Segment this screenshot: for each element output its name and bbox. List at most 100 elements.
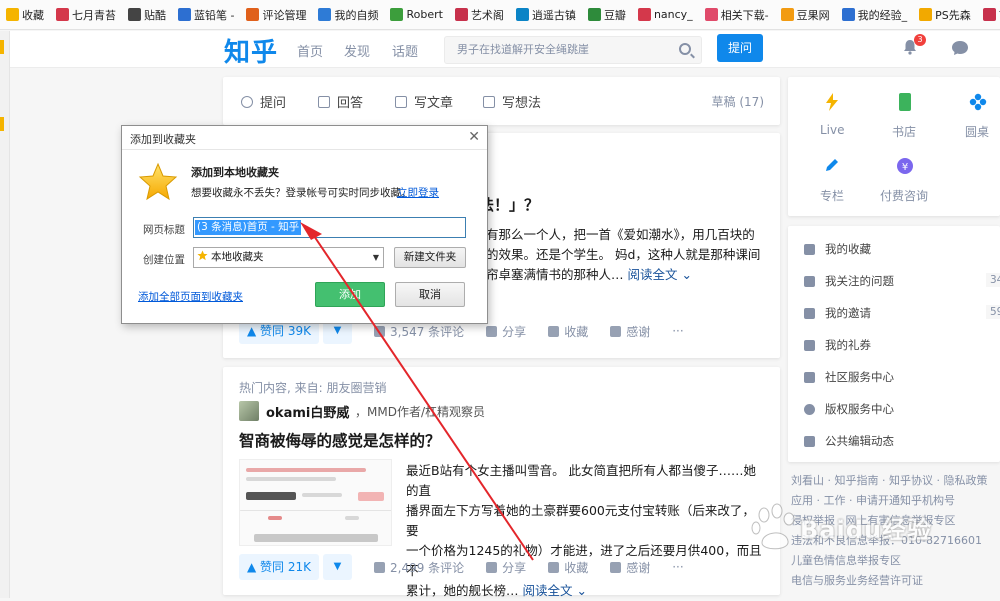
zhihu-logo[interactable]: 知乎 bbox=[224, 32, 278, 69]
write-ask-label: 提问 bbox=[260, 96, 287, 111]
pen-icon bbox=[128, 8, 141, 21]
roundtable-icon[interactable] bbox=[968, 93, 988, 113]
sidebar-item-label: 我的收藏 bbox=[825, 242, 871, 256]
panel-marker bbox=[0, 117, 4, 131]
sidebar-roundtable[interactable]: 圆桌 bbox=[965, 123, 989, 140]
share-button[interactable]: 分享 bbox=[486, 323, 526, 340]
login-link[interactable]: 立即登录 bbox=[397, 185, 439, 200]
bookmark-label: 贴酷 bbox=[144, 8, 166, 22]
sidebar-live[interactable]: Live bbox=[820, 123, 845, 137]
add-all-pages-link[interactable]: 添加全部页面到收藏夹 bbox=[138, 289, 243, 304]
sidebar-item-copyright[interactable]: 版权服务中心 bbox=[804, 401, 894, 417]
site-icon bbox=[390, 8, 404, 21]
nav-home[interactable]: 首页 bbox=[297, 41, 323, 60]
drafts-link[interactable]: 草稿 (17) bbox=[712, 93, 764, 110]
read-more-link[interactable]: 阅读全文 bbox=[628, 267, 678, 282]
thanks-button[interactable]: 感谢 bbox=[610, 323, 650, 340]
answer-thumbnail[interactable] bbox=[239, 459, 392, 546]
thumb-line bbox=[246, 492, 296, 500]
bookmark-item[interactable]: 收藏 bbox=[6, 7, 44, 23]
search-icon[interactable] bbox=[679, 43, 691, 55]
comment-icon bbox=[374, 561, 385, 573]
sidebar-item-label: 社区服务中心 bbox=[825, 370, 894, 384]
thanks-button[interactable]: 感谢 bbox=[610, 559, 650, 576]
star-icon bbox=[548, 561, 560, 573]
dropdown-arrow-icon[interactable]: ▼ bbox=[373, 248, 379, 267]
bookmark-item[interactable]: 七月青苔 bbox=[56, 7, 116, 23]
bookmark-item[interactable]: 蓝铅笔 - bbox=[178, 7, 234, 23]
bookmark-item[interactable]: 我的自频 bbox=[318, 7, 378, 23]
bookmark-item[interactable]: Robert bbox=[390, 8, 443, 21]
write-idea[interactable]: 写想法 bbox=[483, 92, 541, 111]
sidebar-column[interactable]: 专栏 bbox=[820, 187, 844, 204]
upvote-button[interactable]: ▲ 赞同 21K bbox=[239, 554, 319, 580]
bookmark-item[interactable]: 我的经验_ bbox=[841, 7, 908, 23]
search-placeholder: 男子在找道解开安全绳跳崖 bbox=[457, 43, 589, 56]
share-button[interactable]: 分享 bbox=[486, 559, 526, 576]
sidebar-item-public-edits[interactable]: 公共编辑动态 bbox=[804, 433, 894, 449]
write-article[interactable]: 写文章 bbox=[395, 92, 453, 111]
more-button[interactable]: ··· bbox=[672, 324, 683, 338]
cancel-button[interactable]: 取消 bbox=[395, 282, 465, 307]
favorite-button[interactable]: 收藏 bbox=[548, 559, 588, 576]
close-icon[interactable]: ✕ bbox=[468, 129, 480, 145]
site-icon bbox=[780, 8, 794, 21]
sidebar-bookstore[interactable]: 书店 bbox=[892, 123, 916, 140]
bookmark-item[interactable]: 豆瓣 bbox=[587, 7, 626, 23]
bookmark-item[interactable]: 艺术阁 bbox=[454, 7, 504, 23]
yen-icon[interactable]: ¥ bbox=[895, 157, 915, 177]
new-folder-button[interactable]: 新建文件夹 bbox=[394, 247, 466, 268]
bookmark-label: 我的经验_ bbox=[857, 8, 908, 22]
footer-links[interactable]: 刘看山 · 知乎指南 · 知乎协议 · 隐私政策 bbox=[791, 471, 1000, 491]
bookmark-item[interactable]: 逍遥古镇 bbox=[515, 7, 576, 23]
dialog-titlebar[interactable]: 添加到收藏夹 ✕ bbox=[122, 126, 487, 150]
sidebar-item-invitations[interactable]: 我的邀请 bbox=[804, 305, 871, 321]
sidebar-item-followed-questions[interactable]: 我关注的问题 bbox=[804, 273, 894, 289]
downvote-button[interactable]: ▼ bbox=[323, 554, 352, 580]
answer-excerpt[interactable]: 最近B站有个女主播叫雪音。 此女简直把所有人都当傻子……她的直 播界面左下方写着… bbox=[406, 461, 766, 601]
ask-question-button[interactable]: 提问 bbox=[717, 34, 763, 62]
book-icon[interactable] bbox=[895, 93, 915, 113]
bookmark-item[interactable]: 首页-七 bbox=[982, 7, 1000, 23]
bookmark-item[interactable]: 评论管理 bbox=[246, 7, 306, 23]
write-answer[interactable]: 回答 bbox=[318, 92, 363, 111]
author-name[interactable]: okami白野威 bbox=[266, 402, 349, 421]
bookmark-item[interactable]: PS先森 bbox=[919, 7, 971, 23]
question-title[interactable]: 法！」？ bbox=[479, 194, 539, 215]
more-button[interactable]: ··· bbox=[672, 560, 683, 574]
avatar[interactable] bbox=[239, 401, 259, 421]
feed-card: 热门内容, 来自: 朋友圈营销 okami白野威 ，MMD作者/杠精观察员 智商… bbox=[223, 367, 780, 598]
search-input[interactable]: 男子在找道解开安全绳跳崖 bbox=[444, 36, 702, 64]
sidebar-item-favorites[interactable]: 我的收藏 bbox=[804, 241, 871, 257]
question-title[interactable]: 智商被侮辱的感觉是怎样的？ bbox=[239, 429, 441, 451]
site-icon bbox=[587, 8, 601, 21]
nav-topics[interactable]: 话题 bbox=[392, 41, 418, 60]
count-badge: 34 bbox=[986, 273, 1000, 287]
answer-excerpt[interactable]: 有那么一个人，把一首《爱如潮水》，用几百块的 的效果。还是个学生。 妈d，这种人… bbox=[486, 225, 760, 285]
pen-icon[interactable] bbox=[822, 157, 842, 177]
bookmark-item[interactable]: 豆果网 bbox=[780, 7, 830, 23]
location-select[interactable]: 本地收藏夹 ▼ bbox=[193, 247, 384, 268]
add-button[interactable]: 添加 bbox=[315, 282, 385, 307]
sidebar-item-community[interactable]: 社区服务中心 bbox=[804, 369, 894, 385]
footer-license[interactable]: 电信与服务业务经营许可证 bbox=[791, 571, 1000, 591]
page-title-label: 网页标题 bbox=[143, 224, 185, 236]
bookmark-icon bbox=[56, 8, 69, 21]
comment-button[interactable]: 3,547 条评论 bbox=[374, 323, 464, 340]
nav-explore[interactable]: 发现 bbox=[344, 41, 370, 60]
write-ask[interactable]: 提问 bbox=[241, 92, 286, 111]
bookmark-item[interactable]: nancy_ bbox=[637, 8, 693, 21]
bookmark-item[interactable]: 相关下载- bbox=[704, 7, 769, 23]
sidebar-paid-consult[interactable]: 付费咨询 bbox=[880, 187, 928, 204]
add-to-favorites-dialog: 添加到收藏夹 ✕ 添加到本地收藏夹 想要收藏永不丢失？登录帐号可实时同步收藏。 … bbox=[121, 125, 488, 324]
comment-button[interactable]: 2,499 条评论 bbox=[374, 559, 464, 576]
read-more-link[interactable]: 阅读全文 bbox=[523, 583, 573, 598]
bookmark-item[interactable]: 贴酷 bbox=[128, 7, 166, 23]
write-article-label: 写文章 bbox=[414, 96, 454, 111]
count-badge: 59 bbox=[986, 305, 1000, 319]
sidebar-item-coupons[interactable]: 我的礼券 bbox=[804, 337, 871, 353]
lightning-icon[interactable] bbox=[822, 93, 842, 113]
favorite-button[interactable]: 收藏 bbox=[548, 323, 588, 340]
comment-count: 3,547 条评论 bbox=[390, 324, 465, 339]
message-icon[interactable] bbox=[951, 40, 969, 56]
